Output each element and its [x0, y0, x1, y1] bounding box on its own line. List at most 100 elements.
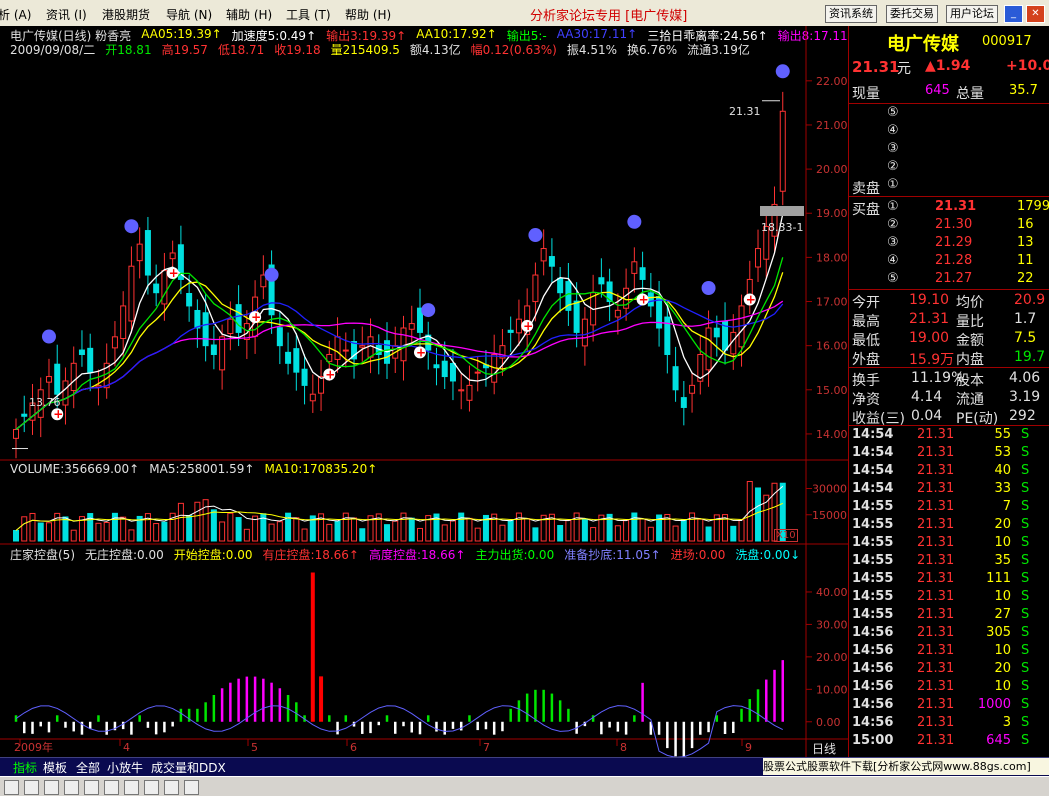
toolbar-icon[interactable] — [124, 780, 139, 795]
sell-label: 卖盘 — [852, 181, 880, 197]
price-high-label: 21.31 — [729, 105, 761, 118]
stat2-row: 净资 4.14 流通 3.19 — [849, 389, 1049, 408]
tick-s: S — [1021, 445, 1030, 460]
buy-level-volume: 13 — [1017, 235, 1034, 250]
tick-s: S — [1021, 517, 1030, 532]
menu-news[interactable]: 资讯 (I) — [46, 6, 87, 23]
candle-body — [672, 366, 679, 391]
menu-hk-futures[interactable]: 港股期货 — [102, 6, 150, 23]
toolbar-icon[interactable] — [104, 780, 119, 795]
menu-navigate[interactable]: 导航 (N) — [166, 6, 212, 23]
volume-unit: X10 — [774, 529, 798, 542]
tick-t: 14:55 — [852, 553, 894, 568]
stat-l1: 今开 — [852, 295, 880, 311]
candle-body — [153, 283, 160, 294]
menu-tools[interactable]: 工具 (T) — [286, 6, 331, 23]
buy-level-price: 21.30 — [935, 217, 973, 232]
tick-row[interactable]: 14:55 21.31 7 S — [849, 499, 1049, 517]
volume-bar — [13, 530, 19, 542]
chart-area[interactable]: 电广传媒(日线) 粉香亮 AA05:19.39↑ 加速度5:0.49↑ 输出3:19.… — [0, 26, 858, 758]
tick-v: 10 — [994, 535, 1011, 550]
tab-template[interactable]: 模板 — [43, 759, 67, 776]
indicator-tick-label: 20.00 — [816, 651, 848, 664]
tick-row[interactable]: 14:55 21.31 10 S — [849, 589, 1049, 607]
toolbar-icon[interactable] — [164, 780, 179, 795]
volume-bar — [227, 512, 234, 542]
tick-row[interactable]: 15:00 21.31 645 S — [849, 733, 1049, 751]
candle-body — [631, 261, 638, 274]
candle-body — [227, 318, 234, 334]
indicator-header: 庄家控盘(5) 无庄控盘:0.00 开始控盘:0.00 有庄控盘:18.66↑ 高度控盘… — [10, 546, 810, 562]
menu-help[interactable]: 帮助 (H) — [345, 6, 391, 23]
tick-row[interactable]: 14:55 21.31 35 S — [849, 553, 1049, 571]
trade-button[interactable]: 委托交易 — [886, 5, 938, 23]
tick-t: 14:56 — [852, 697, 894, 712]
tick-t: 14:56 — [852, 679, 894, 694]
toolbar-icon[interactable] — [44, 780, 59, 795]
volume-bar — [623, 519, 630, 542]
tick-row[interactable]: 14:55 21.31 111 S — [849, 571, 1049, 589]
tick-row[interactable]: 14:56 21.31 3 S — [849, 715, 1049, 733]
toolbar-icon[interactable] — [84, 780, 99, 795]
menu-assist[interactable]: 辅助 (H) — [226, 6, 272, 23]
ind-hdr-item: 高度控盘:18.66↑ — [368, 548, 466, 562]
tick-row[interactable]: 14:54 21.31 55 S — [849, 427, 1049, 445]
volume-bar — [276, 521, 283, 542]
volume-bar — [70, 529, 77, 542]
volume-bar — [21, 516, 28, 542]
tick-s: S — [1021, 679, 1030, 694]
candle-body — [78, 349, 85, 355]
candle-body — [334, 336, 341, 360]
toolbar-icon[interactable] — [64, 780, 79, 795]
tick-v: 35 — [994, 553, 1011, 568]
stat-v2: 20.9 — [1014, 292, 1046, 308]
indicator-tick-label: 10.00 — [816, 683, 848, 696]
minimize-icon[interactable]: _ — [1004, 5, 1023, 23]
ad-banner[interactable]: 股票公式股票软件下载[分析家公式网www.88gs.com] — [763, 758, 1049, 775]
period-label[interactable]: 日线 — [812, 740, 836, 757]
menu-analysis[interactable]: 析 (A) — [0, 6, 31, 23]
tick-row[interactable]: 14:54 21.31 53 S — [849, 445, 1049, 463]
toolbar-icon[interactable] — [144, 780, 159, 795]
tick-s: S — [1021, 481, 1030, 496]
toolbar-icon[interactable] — [184, 780, 199, 795]
tick-row[interactable]: 14:55 21.31 27 S — [849, 607, 1049, 625]
tick-s: S — [1021, 463, 1030, 478]
tick-row[interactable]: 14:55 21.31 10 S — [849, 535, 1049, 553]
tick-row[interactable]: 14:56 21.31 10 S — [849, 679, 1049, 697]
tab-xiaofangniu[interactable]: 小放牛 — [107, 759, 143, 776]
tab-volume-ddx[interactable]: 成交量和DDX — [151, 759, 226, 776]
kline-chart[interactable]: 22.00 21.00 20.00 19.00 18.00 17.00 16.00 15.00… — [0, 26, 848, 758]
candle-body — [276, 327, 283, 347]
candle-body — [705, 327, 712, 371]
candle-body — [219, 336, 226, 371]
volume-bar — [730, 525, 737, 542]
tick-t: 14:54 — [852, 481, 894, 496]
tick-row[interactable]: 14:56 21.31 305 S — [849, 625, 1049, 643]
sell-signal-icon — [421, 303, 436, 318]
stat-v1: 15.9万 — [909, 352, 955, 368]
forum-button[interactable]: 用户论坛 — [946, 5, 998, 23]
tick-row[interactable]: 14:56 21.31 1000 S — [849, 697, 1049, 715]
stat-row: 外盘 15.9万 内盘 19.7 — [849, 349, 1049, 368]
tick-row[interactable]: 14:54 21.31 40 S — [849, 463, 1049, 481]
volume-bar — [202, 499, 209, 542]
tick-list[interactable]: 14:54 21.31 55 S 14:54 21.31 53 S 14:54 21.31 40 S 1… — [849, 426, 1049, 756]
tick-row[interactable]: 14:56 21.31 20 S — [849, 661, 1049, 679]
candle-body — [441, 360, 448, 378]
candle-body — [128, 265, 135, 322]
candle-body — [359, 345, 366, 348]
tick-row[interactable]: 14:54 21.31 33 S — [849, 481, 1049, 499]
tab-indicator[interactable]: 指标 — [13, 759, 37, 776]
buy-level-row: ④ 21.28 11 — [849, 253, 1049, 271]
stat-v1: 19.10 — [909, 292, 950, 308]
candle-body — [342, 349, 349, 352]
stat-v2: 1.7 — [1014, 311, 1037, 327]
tick-row[interactable]: 14:56 21.31 10 S — [849, 643, 1049, 661]
toolbar-icon[interactable] — [4, 780, 19, 795]
toolbar-icon[interactable] — [24, 780, 39, 795]
tick-row[interactable]: 14:55 21.31 20 S — [849, 517, 1049, 535]
news-system-button[interactable]: 资讯系统 — [825, 5, 877, 23]
close-icon[interactable]: ✕ — [1026, 5, 1045, 23]
tab-all[interactable]: 全部 — [76, 759, 100, 776]
